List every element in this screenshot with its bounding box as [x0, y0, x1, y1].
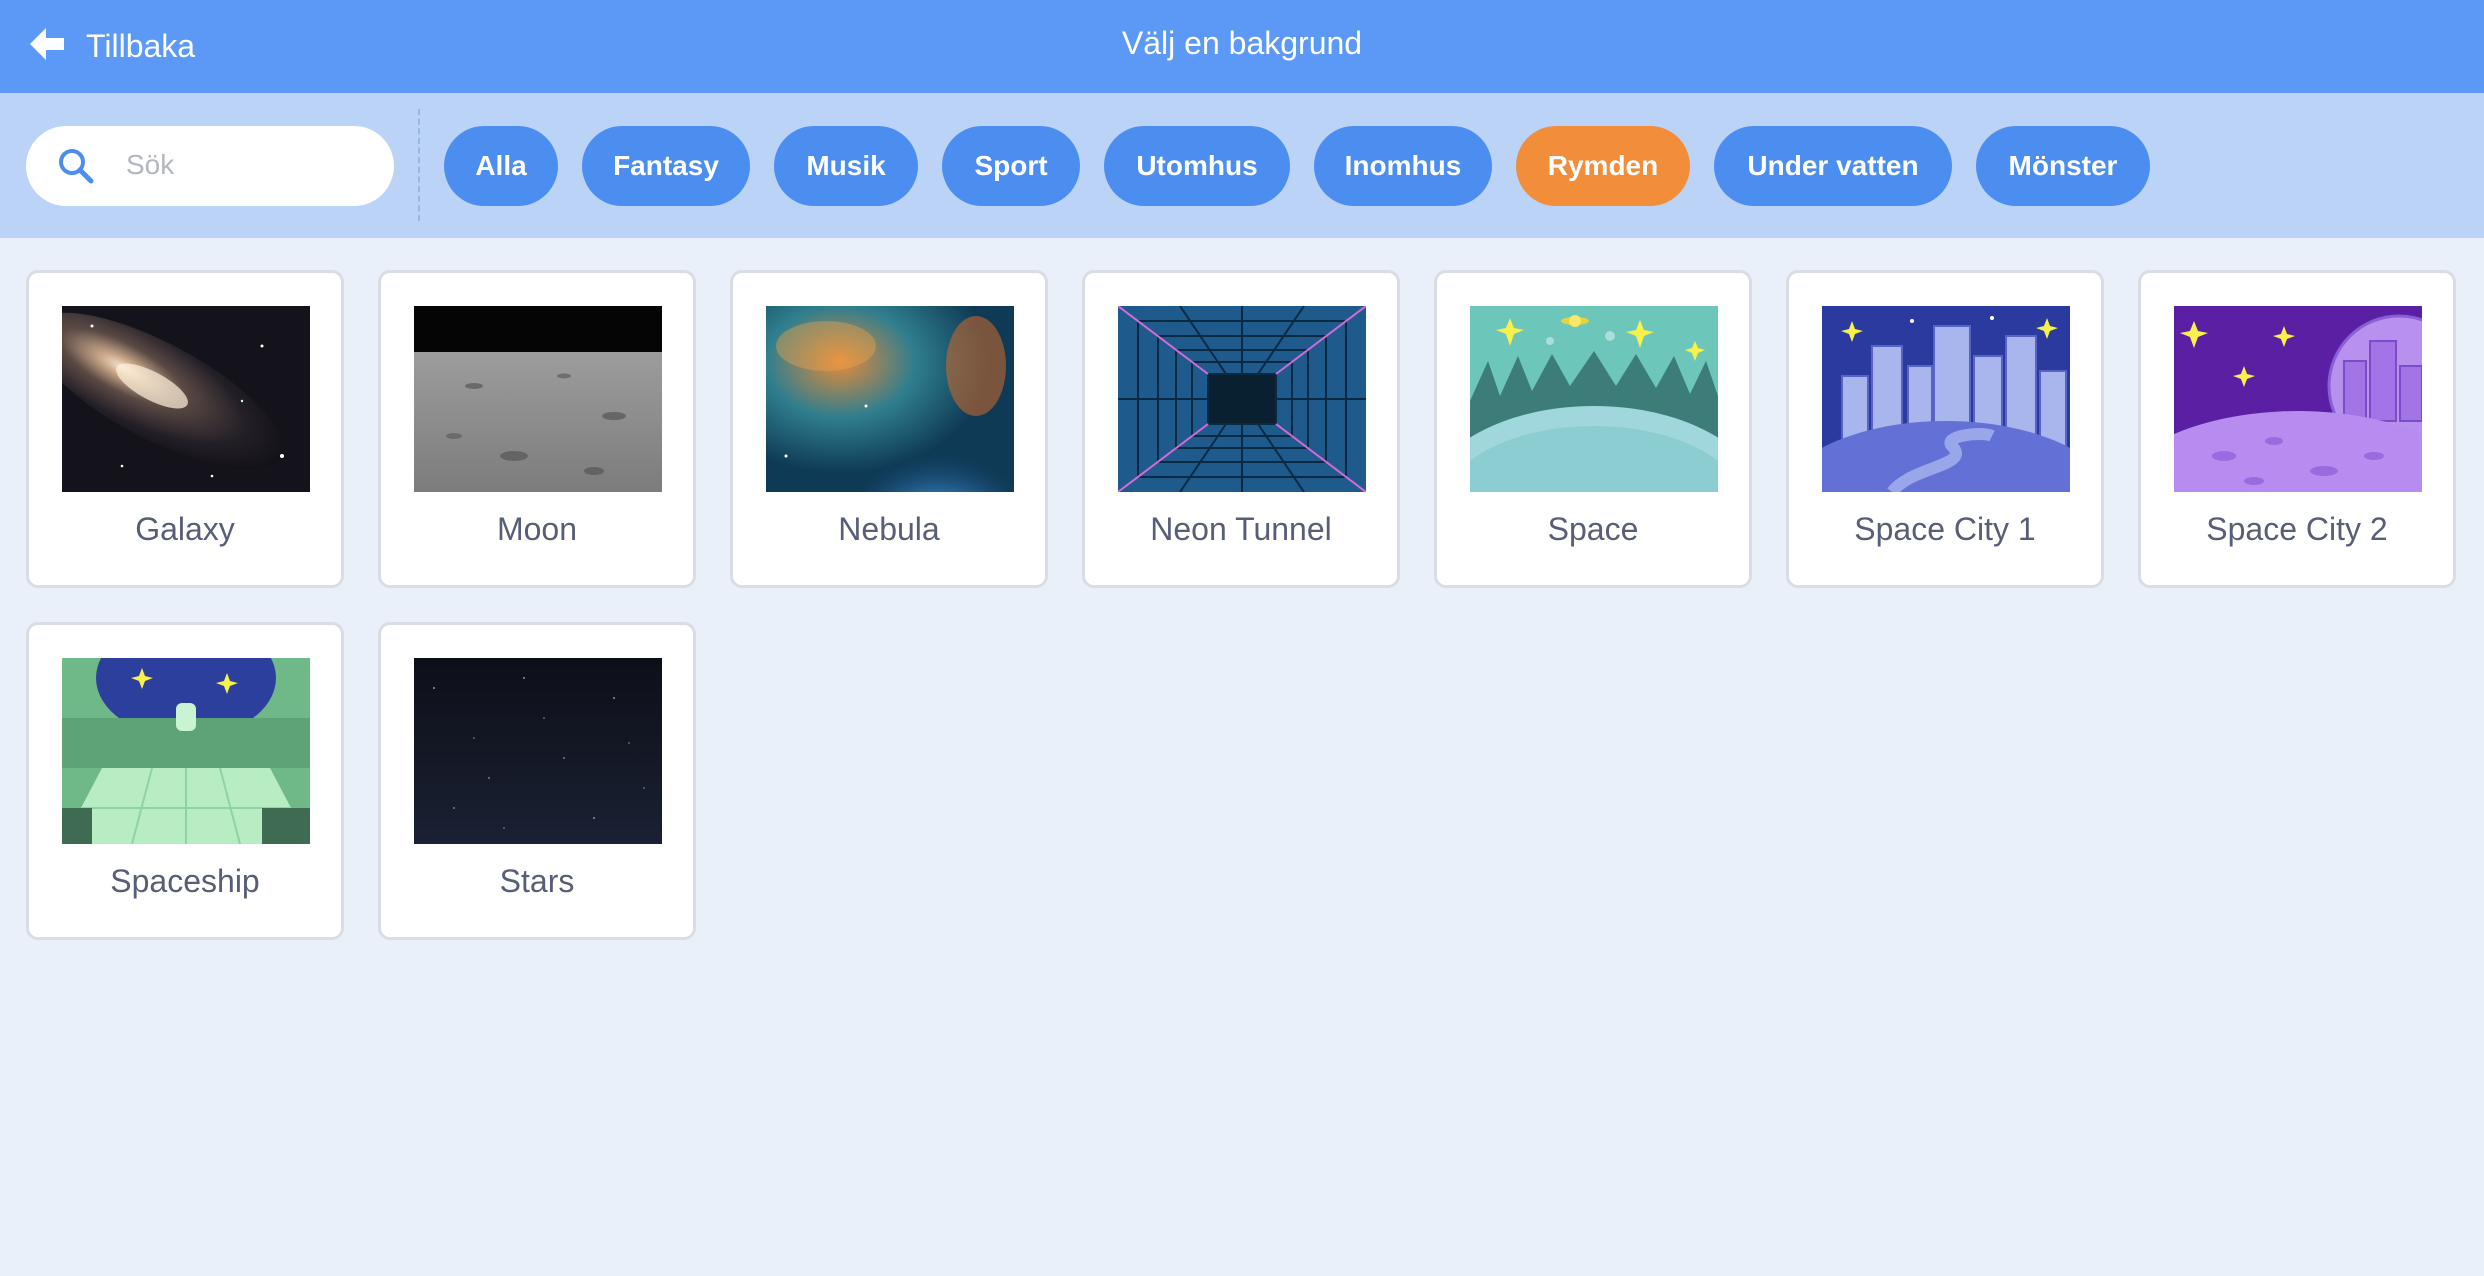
filter-divider [418, 109, 420, 221]
tag-monster[interactable]: Mönster [1976, 126, 2150, 206]
galaxy-thumbnail [62, 306, 310, 492]
tag-sport[interactable]: Sport [942, 126, 1080, 206]
backdrop-label: Neon Tunnel [1150, 511, 1332, 547]
tag-label: Alla [475, 150, 527, 181]
tag-label: Sport [974, 150, 1048, 181]
spaceship-thumbnail [62, 658, 310, 844]
tag-inomhus[interactable]: Inomhus [1314, 126, 1492, 206]
neon-tunnel-thumbnail [1118, 306, 1366, 492]
space-city-2-thumbnail [2174, 306, 2422, 492]
header: Tillbaka Välj en bakgrund [0, 0, 2484, 93]
search-box[interactable] [26, 126, 394, 206]
nebula-thumbnail [766, 306, 1014, 492]
backdrop-label: Space [1547, 511, 1639, 547]
tag-utomhus[interactable]: Utomhus [1104, 126, 1290, 206]
backdrop-card-space[interactable]: Space [1434, 270, 1752, 588]
tag-label: Rymden [1547, 150, 1659, 181]
backdrop-card-space-city-1[interactable]: Space City 1 [1786, 270, 2104, 588]
backdrop-card-stars[interactable]: Stars [378, 622, 696, 940]
tag-label: Fantasy [613, 150, 719, 181]
tag-rymden[interactable]: Rymden [1516, 126, 1690, 206]
backdrop-label: Galaxy [135, 511, 235, 547]
stars-thumbnail [414, 658, 662, 844]
backdrop-label: Stars [499, 863, 575, 899]
moon-thumbnail [414, 306, 662, 492]
backdrop-card-neon-tunnel[interactable]: Neon Tunnel [1082, 270, 1400, 588]
backdrop-card-nebula[interactable]: Nebula [730, 270, 1048, 588]
backdrop-label: Space City 2 [2206, 511, 2388, 547]
tag-fantasy[interactable]: Fantasy [582, 126, 750, 206]
backdrop-label: Spaceship [110, 863, 260, 899]
backdrop-card-moon[interactable]: Moon [378, 270, 696, 588]
tag-label: Under vatten [1747, 150, 1919, 181]
tag-alla[interactable]: Alla [444, 126, 558, 206]
backdrop-label: Moon [496, 511, 578, 547]
tag-label: Utomhus [1136, 150, 1258, 181]
backdrop-label: Space City 1 [1854, 511, 2036, 547]
tag-label: Mönster [2008, 150, 2118, 181]
filter-bar: Alla Fantasy Musik Sport Utomhus Inomhus… [0, 93, 2484, 238]
tag-label: Musik [806, 150, 886, 181]
tag-under-vatten[interactable]: Under vatten [1714, 126, 1952, 206]
tag-musik[interactable]: Musik [774, 126, 918, 206]
backdrop-card-space-city-2[interactable]: Space City 2 [2138, 270, 2456, 588]
page-title: Välj en bakgrund [1121, 25, 1363, 61]
space-thumbnail [1470, 306, 1718, 492]
backdrop-card-galaxy[interactable]: Galaxy [26, 270, 344, 588]
tag-label: Inomhus [1344, 150, 1462, 181]
search-input[interactable] [126, 140, 376, 190]
backdrop-label: Nebula [838, 511, 940, 547]
space-city-1-thumbnail [1822, 306, 2070, 492]
backdrop-card-spaceship[interactable]: Spaceship [26, 622, 344, 940]
